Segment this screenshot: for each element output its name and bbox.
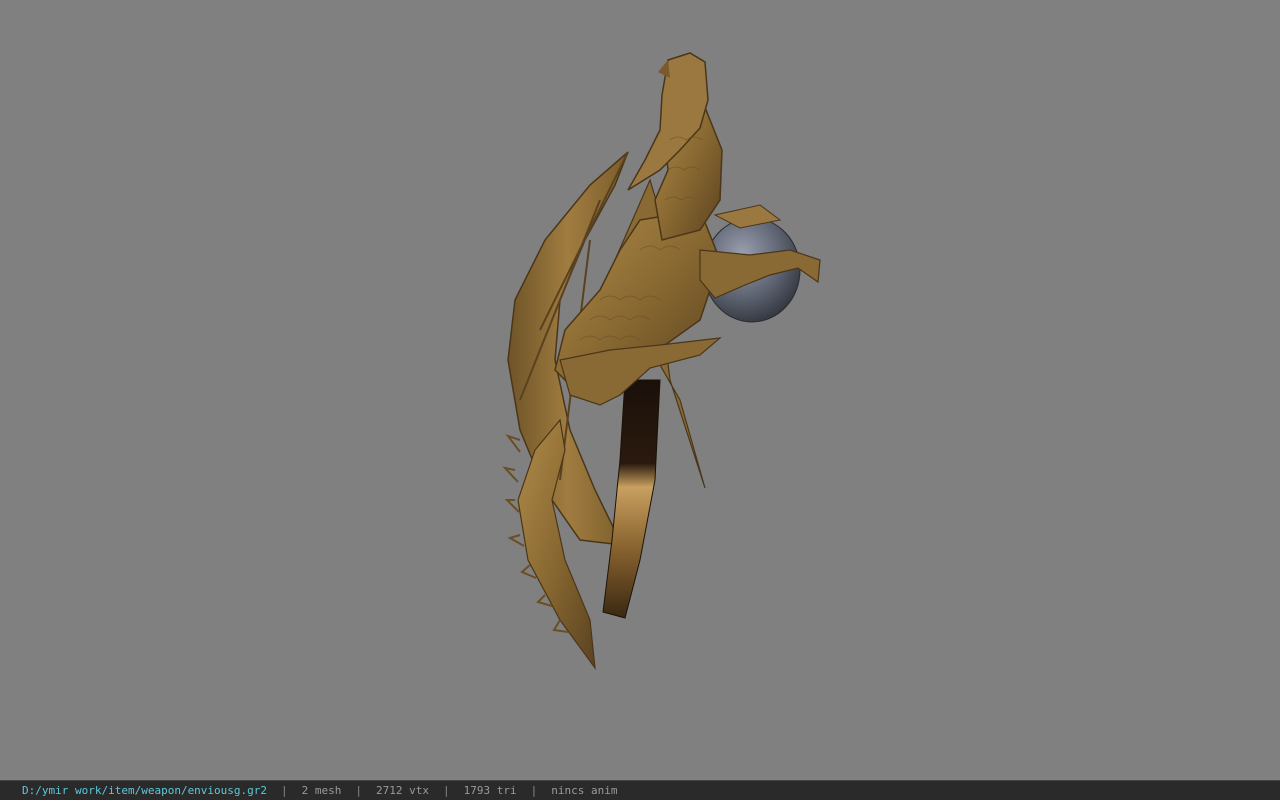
separator: | [355,784,363,797]
status-bar: D:/ymir work/item/weapon/enviousg.gr2 | … [0,780,1280,800]
separator: | [281,784,288,797]
dragon-weapon-model [502,52,821,671]
handle [602,379,661,619]
separator: | [443,784,450,797]
mesh-count: 2 mesh [301,784,342,797]
separator: | [530,784,538,797]
animation-status: nincs anim [551,784,618,797]
vertex-count: 2712 vtx [376,784,430,797]
3d-viewport[interactable] [0,0,1280,780]
triangle-count: 1793 tri [463,784,517,797]
model-path: D:/ymir work/item/weapon/enviousg.gr2 [22,784,268,797]
